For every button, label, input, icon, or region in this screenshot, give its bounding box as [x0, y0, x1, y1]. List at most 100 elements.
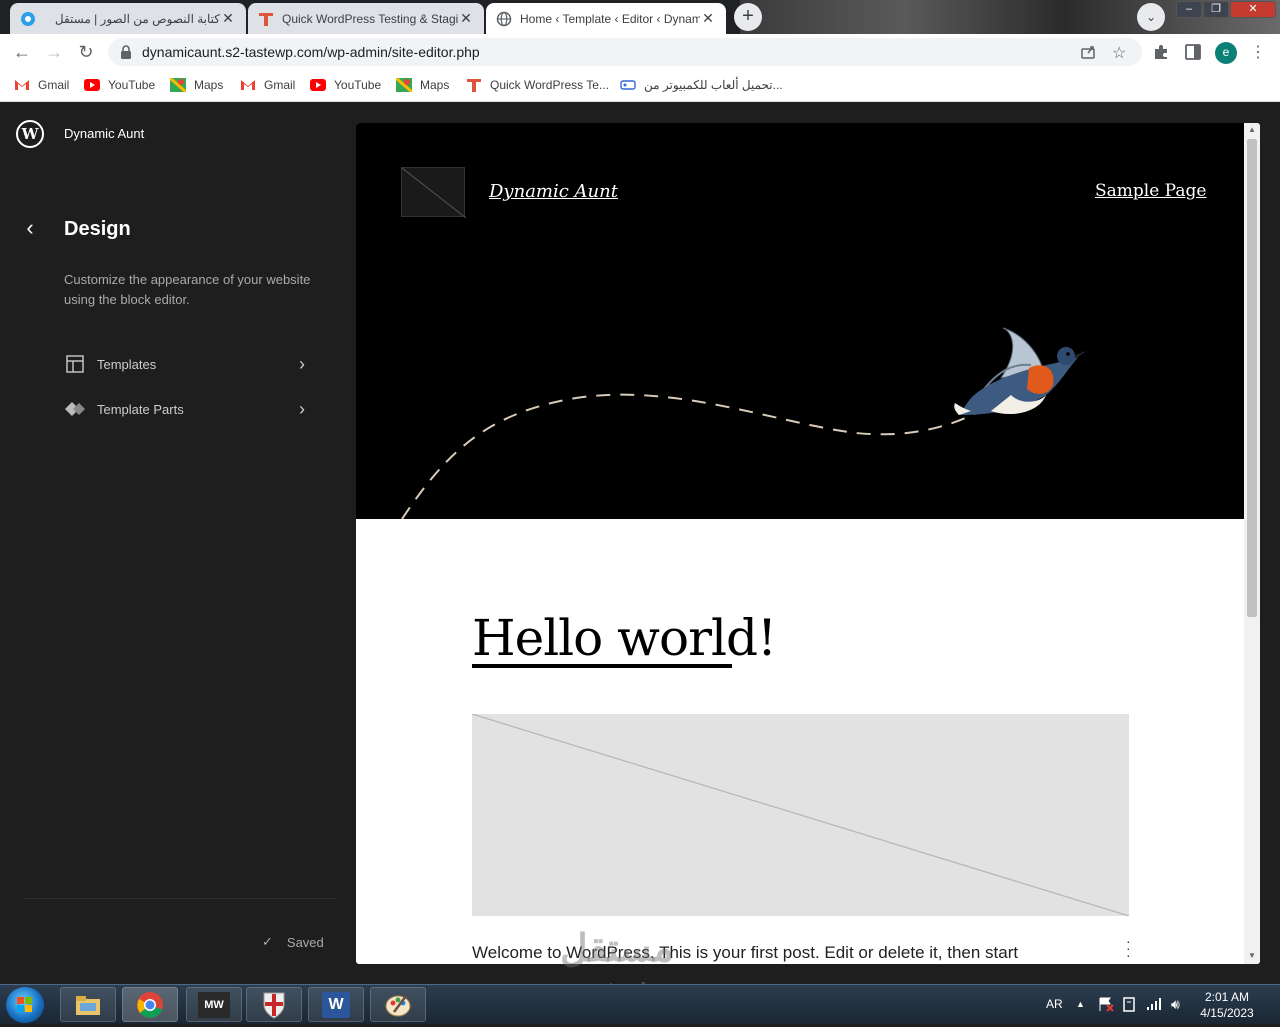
- check-icon: ✓: [262, 934, 273, 949]
- scrollbar-thumb[interactable]: [1247, 139, 1257, 617]
- nav-item-templates[interactable]: Templates ›: [64, 350, 312, 378]
- chevron-right-icon: ›: [299, 353, 305, 374]
- site-header-hero[interactable]: Dynamic Aunt Sample Page: [356, 123, 1244, 519]
- volume-icon[interactable]: 🔊︎: [1171, 985, 1180, 1025]
- watermark-logo: مستقل: [560, 928, 674, 970]
- editor-canvas[interactable]: Dynamic Aunt Sample Page Hello world! We…: [356, 123, 1260, 964]
- bookmark-label: Quick WordPress Te...: [490, 78, 609, 92]
- chevron-down-icon: ⌄: [1145, 10, 1157, 24]
- nav-item-label: Template Parts: [97, 401, 184, 417]
- block-options-icon[interactable]: · · ·: [1126, 934, 1131, 962]
- taskbar-paint[interactable]: [370, 987, 426, 1022]
- reload-icon: ↻: [78, 42, 94, 62]
- scroll-up-icon[interactable]: ▲: [1248, 125, 1256, 134]
- tab-mostaql[interactable]: كتابة النصوص من الصور | مستقل ✕: [10, 3, 246, 34]
- youtube-icon: [310, 78, 326, 92]
- post-title[interactable]: Hello world!: [472, 609, 777, 667]
- site-title[interactable]: Dynamic Aunt: [64, 126, 144, 141]
- windows-taskbar: MW W AR ▲ 🔊︎ 2:01 AM 4/15/2023: [0, 984, 1280, 1024]
- bookmark-tastewp[interactable]: Quick WordPress Te...: [466, 70, 609, 100]
- gmail-icon: [240, 78, 256, 92]
- nav-item-label: Templates: [97, 356, 157, 372]
- shield-app-icon: [263, 992, 285, 1019]
- tab-title: كتابة النصوص من الصور | مستقل: [54, 11, 220, 26]
- system-clock[interactable]: 2:01 AM 4/15/2023: [1196, 989, 1258, 1021]
- save-status: ✓ Saved: [262, 934, 324, 950]
- star-icon[interactable]: ☆: [1112, 43, 1126, 63]
- bookmarks-bar: Gmail YouTube Maps Gmail YouTube Maps Qu…: [0, 70, 1280, 102]
- tab-search-button[interactable]: ⌄: [1137, 3, 1165, 31]
- omnibox[interactable]: dynamicaunt.s2-tastewp.com/wp-admin/site…: [108, 38, 1142, 66]
- bookmark-maps[interactable]: Maps: [170, 70, 223, 100]
- new-tab-button[interactable]: +: [734, 3, 762, 31]
- chevron-right-icon: ›: [299, 398, 305, 419]
- template-parts-icon: [64, 400, 86, 418]
- share-icon[interactable]: [1080, 44, 1096, 65]
- action-center-flag-icon[interactable]: [1098, 985, 1114, 1025]
- wordpress-logo-icon[interactable]: W: [16, 120, 44, 148]
- site-editor-sidebar: W Dynamic Aunt ‹ Design Customize the ap…: [0, 102, 356, 984]
- bookmark-label: Gmail: [264, 78, 296, 92]
- taskbar-word[interactable]: W: [308, 987, 364, 1022]
- bookmark-gmail[interactable]: Gmail: [14, 70, 69, 100]
- browser-titlebar: كتابة النصوص من الصور | مستقل ✕ Quick Wo…: [0, 0, 1280, 34]
- minimize-button[interactable]: –: [1176, 1, 1202, 18]
- start-button[interactable]: [6, 987, 44, 1023]
- bookmark-maps[interactable]: Maps: [396, 70, 449, 100]
- close-icon[interactable]: ✕: [700, 10, 716, 27]
- youtube-icon: [84, 78, 100, 92]
- save-status-label: Saved: [286, 934, 324, 950]
- section-description: Customize the appearance of your website…: [64, 272, 311, 307]
- side-panel-icon[interactable]: [1185, 44, 1201, 65]
- taskbar-shield-app[interactable]: [246, 987, 302, 1022]
- profile-avatar[interactable]: e: [1215, 42, 1237, 64]
- forward-button[interactable]: →: [40, 34, 68, 70]
- reload-button[interactable]: ↻: [72, 34, 100, 70]
- flight-path-illustration: [401, 393, 977, 519]
- close-icon[interactable]: ✕: [458, 10, 474, 27]
- extensions-icon[interactable]: [1152, 43, 1170, 66]
- bookmark-games[interactable]: تحميل ألعاب للكمبيوتر من...: [620, 70, 783, 100]
- close-icon[interactable]: ✕: [220, 10, 236, 27]
- tab-title: Quick WordPress Testing & Staging: [282, 11, 458, 26]
- scroll-down-icon[interactable]: ▼: [1248, 951, 1256, 960]
- chrome-icon: [137, 991, 163, 1018]
- bird-illustration: [954, 327, 1087, 415]
- bookmark-gmail[interactable]: Gmail: [240, 70, 295, 100]
- mw-game-icon: MW: [198, 991, 230, 1018]
- arrow-right-icon: →: [45, 42, 63, 62]
- gmail-icon: [14, 78, 30, 92]
- menu-kebab-icon[interactable]: ⋮: [1250, 42, 1266, 62]
- bookmark-label: YouTube: [108, 78, 156, 92]
- back-button[interactable]: ‹: [18, 214, 42, 244]
- network-signal-icon[interactable]: [1146, 985, 1162, 1025]
- lock-icon: [120, 45, 132, 64]
- globe-icon: [496, 11, 512, 27]
- clock-time: 2:01 AM: [1204, 990, 1250, 1004]
- close-window-button[interactable]: ✕: [1230, 1, 1276, 18]
- language-indicator[interactable]: AR: [1046, 985, 1063, 1025]
- nav-item-template-parts[interactable]: Template Parts ›: [64, 395, 312, 423]
- taskbar-chrome[interactable]: [122, 987, 178, 1022]
- url-text[interactable]: dynamicaunt.s2-tastewp.com/wp-admin/site…: [142, 38, 480, 66]
- clock-date: 4/15/2023: [1200, 1006, 1254, 1020]
- canvas-scrollbar[interactable]: ▲ ▼: [1244, 123, 1260, 964]
- taskbar-mw-game[interactable]: MW: [186, 987, 242, 1022]
- tastewp-icon: [258, 11, 274, 27]
- show-hidden-icons-icon[interactable]: ▲: [1076, 985, 1085, 1025]
- address-bar: ← → ↻ dynamicaunt.s2-tastewp.com/wp-admi…: [0, 34, 1280, 70]
- tab-site-editor[interactable]: Home ‹ Template ‹ Editor ‹ Dynamic Aunt …: [486, 3, 726, 34]
- post-excerpt[interactable]: Welcome to WordPress. This is your first…: [472, 943, 1018, 963]
- taskbar-file-explorer[interactable]: [60, 987, 116, 1022]
- restore-button[interactable]: ❐: [1203, 1, 1229, 18]
- maps-icon: [396, 78, 412, 92]
- tab-tastewp[interactable]: Quick WordPress Testing & Staging ✕: [248, 3, 484, 34]
- device-icon[interactable]: [1122, 985, 1136, 1025]
- bookmark-youtube[interactable]: YouTube: [84, 70, 155, 100]
- back-button[interactable]: ←: [8, 34, 36, 70]
- bookmark-label: Maps: [194, 78, 224, 92]
- featured-image-placeholder[interactable]: [472, 714, 1129, 916]
- divider: [24, 898, 336, 899]
- paint-icon: [385, 994, 411, 1016]
- bookmark-youtube[interactable]: YouTube: [310, 70, 381, 100]
